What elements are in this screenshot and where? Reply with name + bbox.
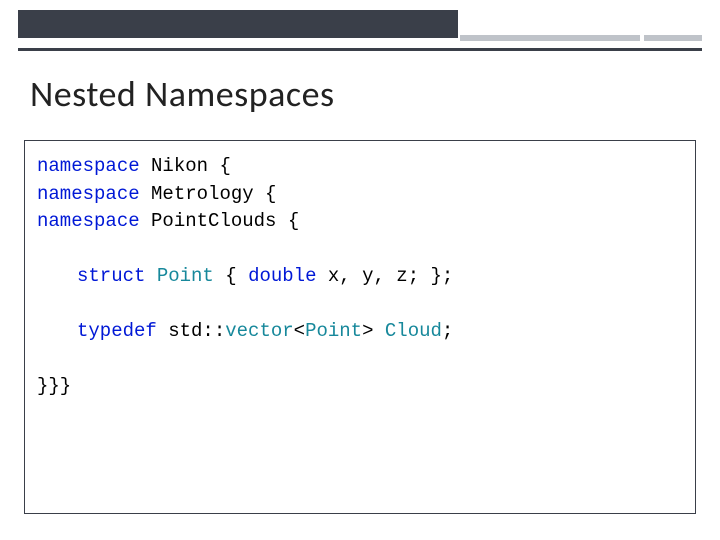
title-underline xyxy=(18,48,702,51)
code-block: namespace Nikon { namespace Metrology { … xyxy=(37,153,683,401)
accent-bar-dark xyxy=(18,10,458,38)
code-text: > xyxy=(362,320,385,342)
type-vector: vector xyxy=(225,320,293,342)
code-text xyxy=(145,265,156,287)
code-closing-braces: }}} xyxy=(37,375,71,397)
slide-top-decoration xyxy=(0,0,720,42)
code-text: Metrology { xyxy=(140,183,277,205)
type-point: Point xyxy=(305,320,362,342)
code-text: < xyxy=(294,320,305,342)
accent-bar-grey-2 xyxy=(644,35,702,41)
code-text: ; xyxy=(442,320,453,342)
keyword-struct: struct xyxy=(77,265,145,287)
type-point: Point xyxy=(157,265,214,287)
code-text: std:: xyxy=(157,320,225,342)
code-text: x, y, z; }; xyxy=(316,265,453,287)
accent-bar-grey-1 xyxy=(460,35,640,41)
keyword-namespace: namespace xyxy=(37,210,140,232)
keyword-double: double xyxy=(248,265,316,287)
slide-title: Nested Namespaces xyxy=(30,72,335,116)
keyword-namespace: namespace xyxy=(37,155,140,177)
code-text: { xyxy=(214,265,248,287)
keyword-namespace: namespace xyxy=(37,183,140,205)
code-container: namespace Nikon { namespace Metrology { … xyxy=(24,140,696,514)
keyword-typedef: typedef xyxy=(77,320,157,342)
code-text: Nikon { xyxy=(140,155,231,177)
code-text: PointClouds { xyxy=(140,210,300,232)
type-cloud: Cloud xyxy=(385,320,442,342)
